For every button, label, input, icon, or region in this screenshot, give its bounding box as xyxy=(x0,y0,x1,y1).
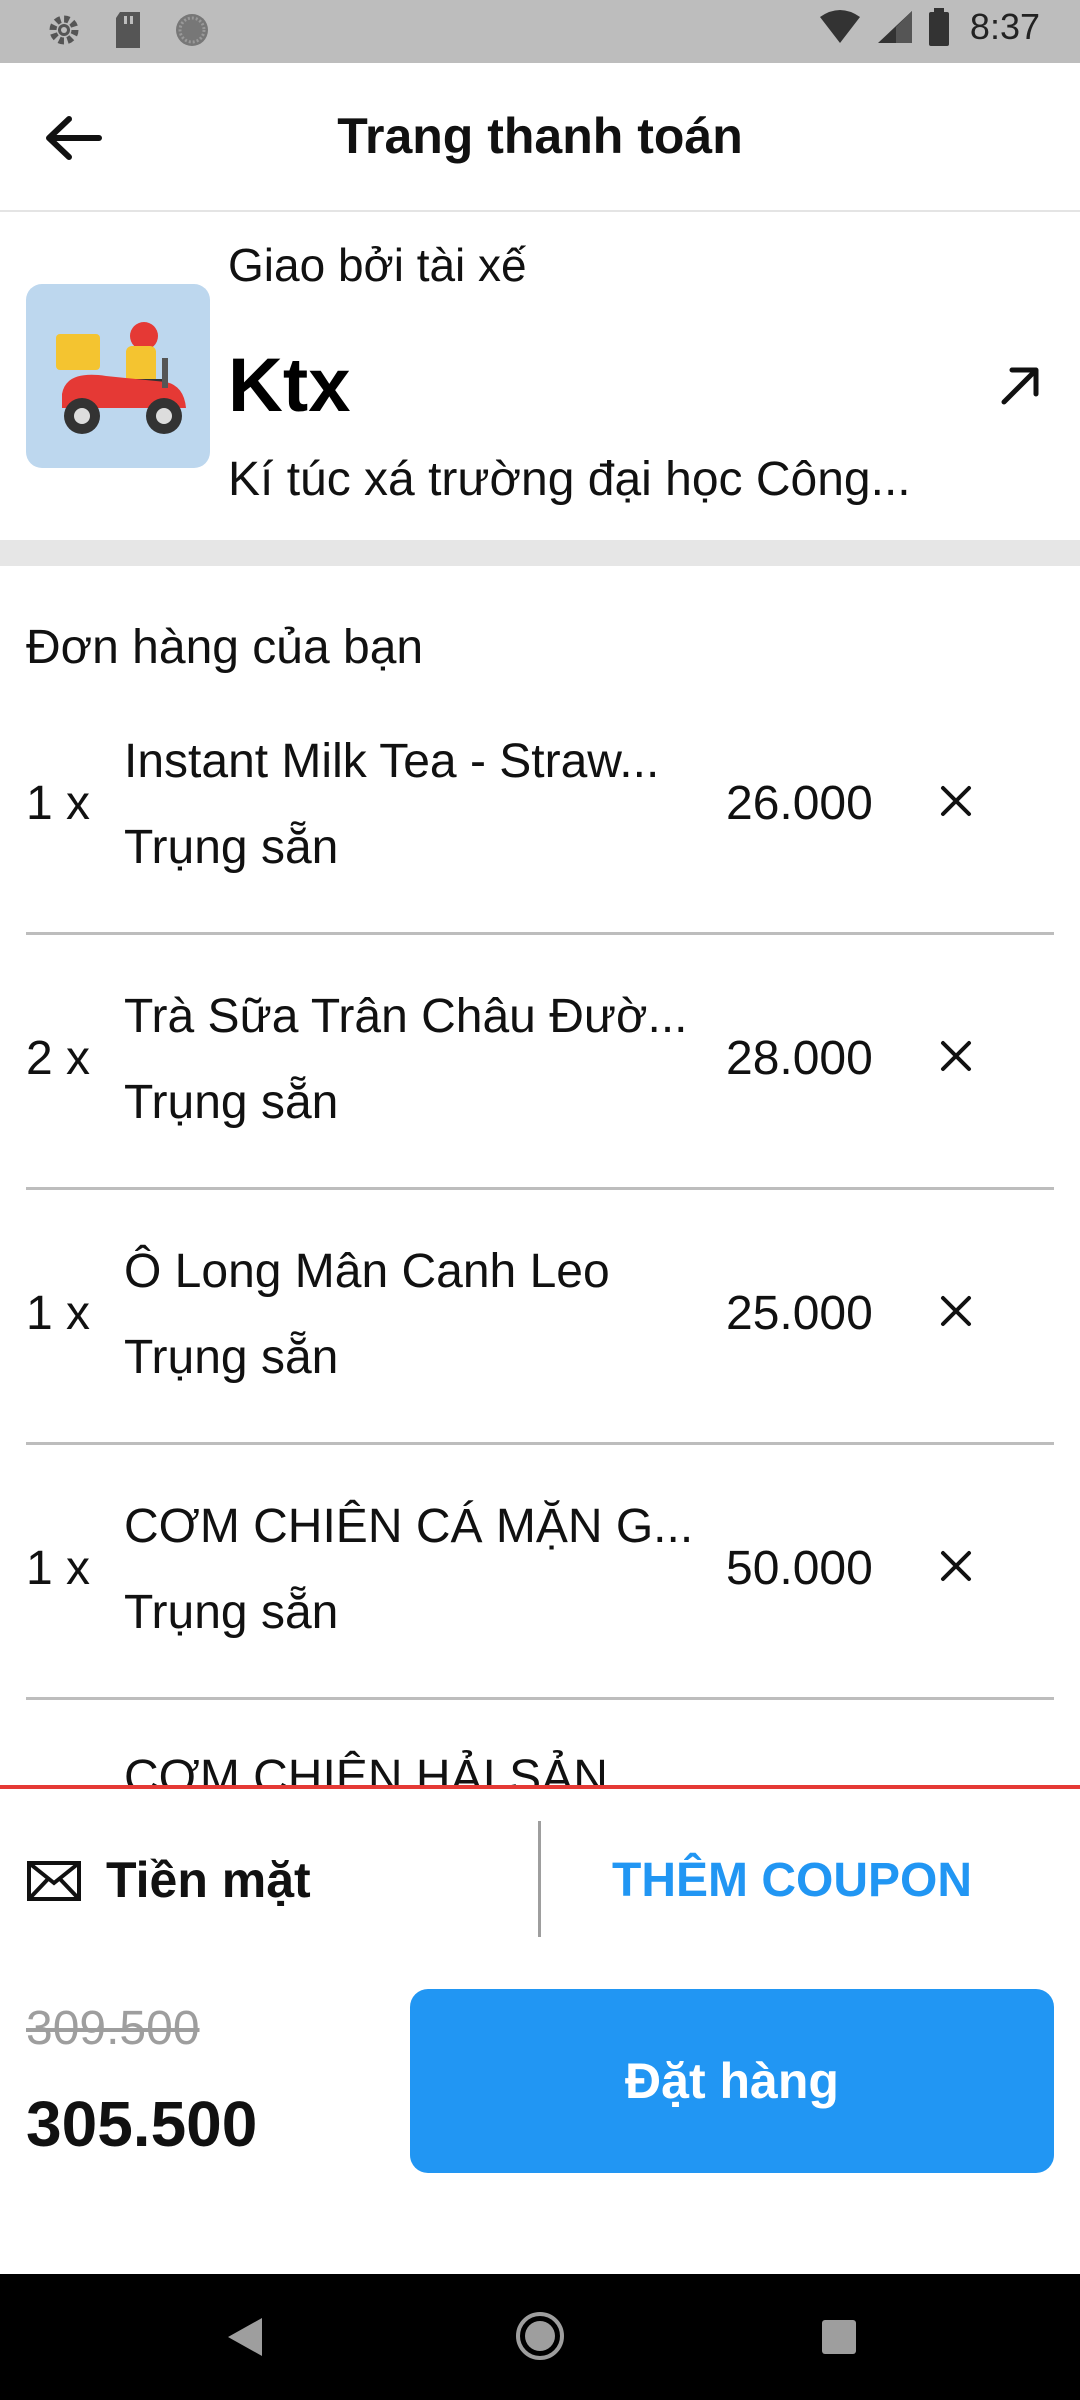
close-icon xyxy=(941,1296,971,1326)
sd-card-icon xyxy=(116,12,140,48)
item-option: Trụng sẵn xyxy=(124,1076,339,1129)
item-quantity: 1 x xyxy=(26,1287,91,1340)
order-item[interactable]: 1 x Ô Long Mân Canh Leo Trụng sẵn 25.000 xyxy=(26,1188,1054,1445)
top-app-bar: Trang thanh toán xyxy=(0,63,1080,212)
original-total: 309.500 xyxy=(26,2002,200,2055)
close-icon xyxy=(941,1551,971,1581)
nav-back-icon[interactable] xyxy=(222,2314,266,2360)
battery-icon xyxy=(928,8,949,46)
item-price: 25.000 xyxy=(726,1287,873,1340)
item-quantity: 1 x xyxy=(26,777,91,830)
item-name: Instant Milk Tea - Straw... xyxy=(124,735,660,788)
status-icons-right: 8:37 xyxy=(818,6,1040,48)
item-quantity: 2 x xyxy=(26,1032,91,1085)
page-title: Trang thanh toán xyxy=(337,108,743,164)
remove-item-button[interactable] xyxy=(926,1531,986,1601)
system-navigation-bar xyxy=(0,2274,1080,2400)
delivery-address: Kí túc xá trường đại học Công... xyxy=(228,453,911,506)
close-icon xyxy=(941,1041,971,1071)
payment-method-label[interactable]: Tiền mặt xyxy=(106,1851,311,1909)
sync-icon xyxy=(176,14,208,46)
item-price: 28.000 xyxy=(726,1032,873,1085)
wifi-icon xyxy=(819,10,860,43)
add-coupon-button[interactable]: THÊM COUPON xyxy=(612,1853,972,1908)
place-order-button[interactable]: Đặt hàng xyxy=(410,1989,1054,2173)
clock: 8:37 xyxy=(969,6,1040,47)
item-option: Trụng sẵn xyxy=(124,1586,339,1639)
item-price: 26.000 xyxy=(726,777,873,830)
payment-method-selector[interactable] xyxy=(26,1859,82,1908)
close-icon xyxy=(941,786,971,816)
nav-home-icon[interactable] xyxy=(514,2310,566,2362)
remove-item-button[interactable] xyxy=(926,766,986,836)
order-item[interactable]: 2 x Trà Sữa Trân Châu Đườ... Trụng sẵn 2… xyxy=(26,933,1054,1190)
nav-recents-icon[interactable] xyxy=(822,2320,856,2354)
item-name: Ô Long Mân Canh Leo xyxy=(124,1245,610,1298)
item-name: CƠM CHIÊN CÁ MẶN G... xyxy=(124,1500,694,1553)
scooter-illustration xyxy=(26,284,210,468)
delivery-scooter-icon xyxy=(56,322,186,434)
gear-icon xyxy=(49,15,79,45)
envelope-icon xyxy=(27,1861,81,1901)
order-item[interactable]: 1 x CƠM CHIÊN CÁ MẶN G... Trụng sẵn 50.0… xyxy=(26,1443,1054,1700)
open-delivery-button[interactable] xyxy=(990,356,1050,416)
remove-item-button[interactable] xyxy=(926,1021,986,1091)
delivery-label: Giao bởi tài xế xyxy=(228,239,527,291)
item-name: Trà Sữa Trân Châu Đườ... xyxy=(124,990,688,1043)
order-heading: Đơn hàng của bạn xyxy=(26,621,424,674)
status-bar: 8:37 xyxy=(0,0,1080,63)
vertical-divider xyxy=(538,1821,541,1937)
order-item[interactable]: 1 x Instant Milk Tea - Straw... Trụng sẵ… xyxy=(26,678,1054,935)
remove-item-button[interactable] xyxy=(926,1276,986,1346)
status-icons-left xyxy=(44,10,212,50)
item-option: Trụng sẵn xyxy=(124,821,339,874)
item-option: Trụng sẵn xyxy=(124,1331,339,1384)
arrow-up-right-icon xyxy=(1001,367,1039,405)
total-price: 305.500 xyxy=(26,2088,258,2160)
delivery-card[interactable]: Giao bởi tài xế Ktx Kí túc xá trường đại… xyxy=(0,212,1080,540)
item-price: 50.000 xyxy=(726,1542,873,1595)
signal-icon xyxy=(877,11,912,43)
delivery-location-name: Ktx xyxy=(228,343,351,428)
section-divider xyxy=(0,540,1080,566)
checkout-panel: Tiền mặt THÊM COUPON 309.500 305.500 Đặt… xyxy=(0,1785,1080,2277)
item-quantity: 1 x xyxy=(26,1542,91,1595)
